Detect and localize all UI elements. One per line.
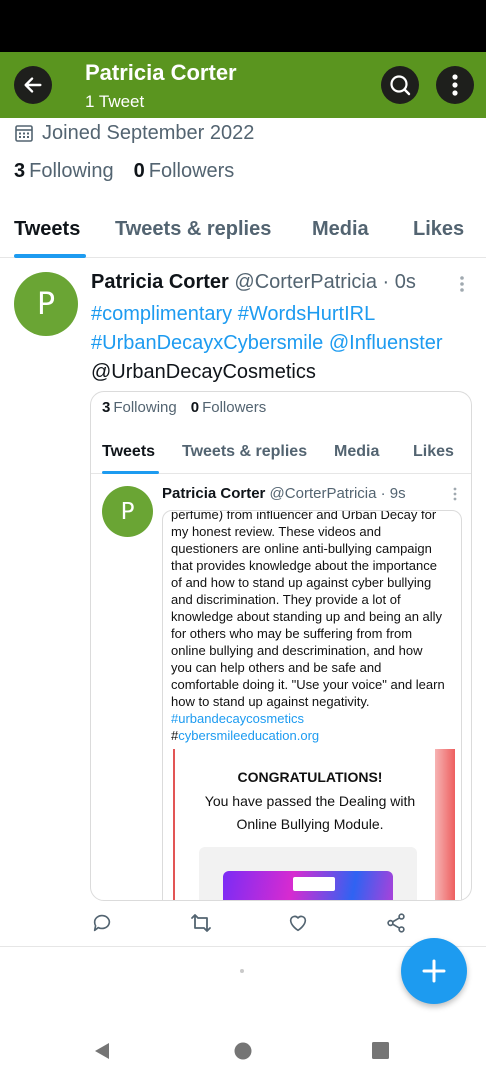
embed-tab-tweets-replies: Tweets & replies — [182, 443, 308, 460]
nav-home-icon[interactable] — [234, 1042, 252, 1060]
more-vertical-icon — [452, 74, 458, 96]
certificate-edge — [435, 749, 455, 900]
active-tab-indicator — [14, 254, 86, 258]
system-nav-bar — [0, 1024, 486, 1080]
hashtag-link[interactable]: #complimentary — [91, 303, 232, 325]
embed-follow-stats: 3 Following 0 Followers — [102, 399, 267, 416]
plus-icon — [422, 959, 446, 983]
embed-tab-tweets: Tweets — [102, 443, 156, 460]
arrow-left-icon — [24, 77, 42, 93]
back-button[interactable] — [14, 66, 52, 104]
follow-stats: 3 Following 0 Followers — [14, 160, 234, 183]
embed-tweet-header: Patricia Corter @CorterPatricia · 9s — [162, 485, 406, 502]
hashtag-link[interactable]: #UrbanDecayxCybersmile — [91, 332, 323, 354]
more-options-button[interactable] — [436, 66, 474, 104]
tweet-more-icon[interactable] — [458, 275, 466, 293]
tweet-text: #complimentary #WordsHurtIRL #UrbanDecay… — [91, 300, 481, 387]
review-text: perfume) from influencer and Urban Decay… — [171, 510, 445, 743]
tweet-header: Patricia Corter @CorterPatricia · 0s — [91, 271, 416, 294]
embed-review-card: perfume) from influencer and Urban Decay… — [162, 510, 462, 900]
profile-header: Patricia Corter 1 Tweet — [0, 52, 486, 118]
calendar-icon — [15, 125, 33, 142]
embed-tabs: Tweets Tweets & replies Media Likes — [91, 434, 471, 474]
mention-text: @UrbanDecayCosmetics — [91, 361, 316, 383]
search-button[interactable] — [381, 66, 419, 104]
tab-likes[interactable]: Likes — [413, 218, 464, 241]
author-handle-time: @CorterPatricia · 0s — [234, 271, 416, 293]
heart-icon[interactable] — [287, 912, 309, 934]
embed-more-icon — [453, 487, 457, 501]
tab-media[interactable]: Media — [312, 218, 369, 241]
following-link[interactable]: 3 Following — [14, 160, 114, 183]
certificate-window-graphic — [293, 877, 335, 891]
avatar[interactable]: P — [14, 272, 78, 336]
embed-tab-media: Media — [334, 443, 380, 460]
joined-label: Joined September 2022 — [42, 121, 255, 144]
search-icon — [390, 75, 411, 96]
compose-tweet-button[interactable] — [401, 938, 467, 1004]
mention-link[interactable]: @Influenster — [329, 332, 443, 354]
reply-icon[interactable] — [91, 912, 113, 934]
tab-tweets[interactable]: Tweets — [14, 218, 80, 241]
certificate-image: CONGRATULATIONS! You have passed the Dea… — [173, 749, 455, 900]
embed-tab-indicator — [102, 471, 159, 474]
profile-tabs: Tweets Tweets & replies Media Likes — [0, 208, 486, 258]
page-title: Patricia Corter — [85, 60, 237, 85]
nav-back-icon[interactable] — [93, 1042, 111, 1060]
tweet-media-screenshot[interactable]: 3 Following 0 Followers Tweets Tweets & re… — [90, 391, 472, 901]
status-bar — [0, 0, 486, 52]
tweet-actions — [0, 908, 486, 940]
loading-indicator — [240, 969, 244, 973]
author-name[interactable]: Patricia Corter — [91, 271, 229, 293]
share-icon[interactable] — [385, 912, 407, 934]
certificate-title: CONGRATULATIONS! — [237, 769, 383, 785]
nav-recents-icon[interactable] — [372, 1042, 389, 1059]
tab-tweets-replies[interactable]: Tweets & replies — [115, 218, 271, 241]
retweet-icon[interactable] — [189, 912, 213, 934]
embed-tab-likes: Likes — [413, 443, 454, 460]
embed-avatar: P — [102, 486, 153, 537]
tweet-count: 1 Tweet — [85, 92, 145, 111]
hashtag-link[interactable]: #WordsHurtIRL — [238, 303, 375, 325]
joined-date: Joined September 2022 — [14, 119, 254, 147]
followers-link[interactable]: 0 Followers — [134, 160, 235, 183]
